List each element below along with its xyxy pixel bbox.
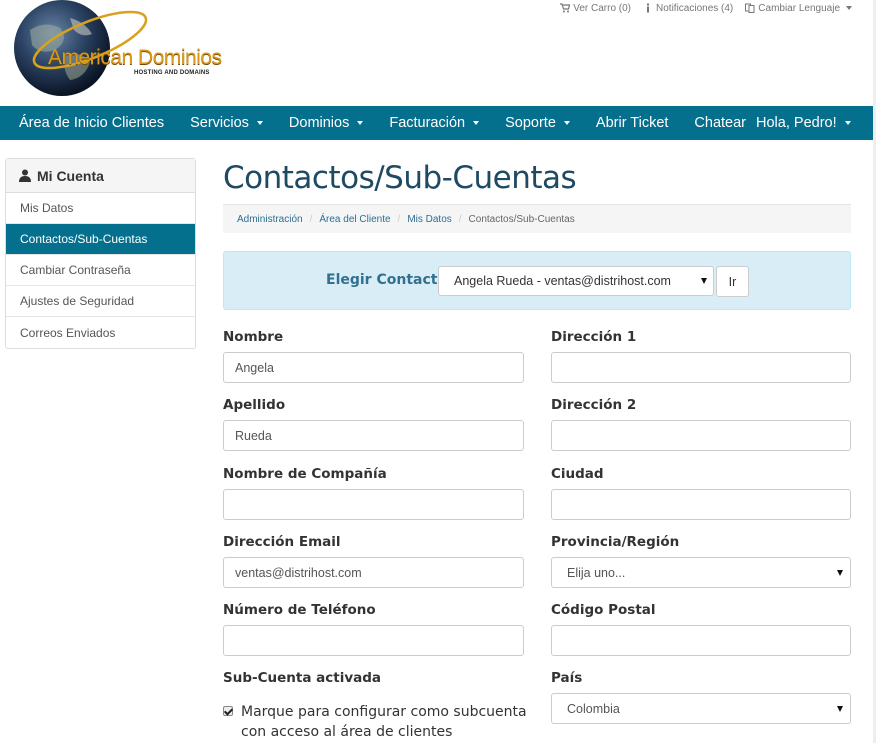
nav-services[interactable]: Servicios [190, 106, 263, 140]
nav-support[interactable]: Soporte [505, 106, 570, 140]
site-logo[interactable]: American Dominios HOSTING AND DOMAINS [10, 0, 222, 100]
direccion2-label: Dirección 2 [551, 397, 637, 413]
sidebar-item-cambiar-contrasena[interactable]: Cambiar Contraseña [6, 255, 195, 286]
chevron-down-icon [844, 121, 851, 125]
codigo-postal-field[interactable] [551, 625, 851, 656]
chevron-down-icon [563, 121, 570, 125]
telefono-label: Número de Teléfono [223, 602, 376, 618]
logo-subtitle: HOSTING AND DOMAINS [134, 70, 210, 76]
cart-label: Ver Carro (0) [573, 2, 632, 14]
choose-contact-label: Elegir Contacto [326, 272, 448, 288]
notifications-link[interactable]: Notificaciones (4) [643, 0, 733, 16]
sidebar-header: Mi Cuenta [6, 159, 195, 193]
ciudad-label: Ciudad [551, 466, 604, 482]
breadcrumb-current: Contactos/Sub-Cuentas [468, 213, 575, 225]
nav-domains[interactable]: Dominios [288, 106, 364, 140]
nav-open-ticket[interactable]: Abrir Ticket [596, 106, 669, 140]
nav-label: Área de Inicio Clientes [19, 115, 165, 131]
nav-label: Facturación [389, 115, 466, 131]
top-utility-bar: Ver Carro (0) Notificaciones (4) Cambiar… [560, 0, 852, 16]
subaccount-checkbox-label: Marque para configurar como subcuenta co… [241, 704, 527, 740]
email-value: ventas@distrihost.com [235, 565, 362, 580]
nav-label: Dominios [288, 115, 350, 131]
provincia-label: Provincia/Región [551, 534, 680, 550]
sidebar-item-correos[interactable]: Correos Enviados [6, 317, 195, 348]
apellido-value: Rueda [235, 428, 272, 443]
nav-label: Chatear [694, 115, 747, 131]
chevron-down-icon [846, 6, 852, 10]
direccion1-field[interactable] [551, 352, 851, 383]
logo-title: American Dominios [48, 46, 222, 69]
pais-value: Colombia [567, 701, 620, 716]
language-icon [745, 3, 755, 13]
pais-select[interactable]: Colombia [551, 693, 851, 724]
sidebar-item-label: Correos Enviados [20, 325, 116, 340]
user-greeting: Hola, Pedro! [756, 115, 837, 131]
go-button[interactable]: Ir [716, 266, 749, 297]
nav-label: Abrir Ticket [595, 115, 669, 131]
nombre-field[interactable]: Angela [223, 352, 524, 383]
subcuenta-label: Sub-Cuenta activada [223, 670, 382, 686]
contact-select-value: Angela Rueda - ventas@distrihost.com [454, 274, 671, 288]
sidebar-item-label: Mis Datos [20, 201, 74, 215]
sidebar-item-seguridad[interactable]: Ajustes de Seguridad [6, 286, 195, 317]
provincia-select[interactable]: Elija uno... [551, 557, 851, 588]
breadcrumb-separator: / [397, 213, 401, 225]
breadcrumb-admin[interactable]: Administración [237, 214, 303, 225]
dropdown-arrow-icon [837, 706, 843, 712]
account-sidebar: Mi Cuenta Mis Datos Contactos/Sub-Cuenta… [5, 158, 196, 349]
breadcrumb-client-area[interactable]: Área del Cliente [319, 214, 390, 225]
nav-label: Soporte [505, 115, 556, 131]
language-label: Cambiar Lenguaje [758, 2, 840, 14]
chevron-down-icon [473, 121, 480, 125]
user-icon [19, 169, 31, 182]
choose-contact-panel: Elegir Contacto Angela Rueda - ventas@di… [223, 251, 851, 310]
breadcrumb-mis-datos[interactable]: Mis Datos [407, 214, 451, 225]
notifications-label: Notificaciones (4) [656, 2, 734, 14]
codigo-postal-label: Código Postal [551, 602, 656, 618]
nombre-label: Nombre [223, 329, 284, 345]
dropdown-arrow-icon [701, 278, 707, 284]
telefono-field[interactable] [223, 625, 524, 656]
chevron-down-icon [256, 121, 263, 125]
direccion1-label: Dirección 1 [551, 329, 637, 345]
sidebar-item-label: Cambiar Contraseña [20, 263, 131, 277]
dropdown-arrow-icon [837, 570, 843, 576]
compania-label: Nombre de Compañía [223, 466, 387, 482]
sidebar-item-label: Contactos/Sub-Cuentas [20, 232, 148, 246]
sidebar-item-contactos[interactable]: Contactos/Sub-Cuentas [6, 224, 195, 255]
nav-client-area[interactable]: Área de Inicio Clientes [19, 106, 164, 140]
apellido-field[interactable]: Rueda [223, 420, 524, 451]
compania-field[interactable] [223, 489, 524, 520]
breadcrumb-separator: / [309, 213, 313, 225]
chevron-down-icon [357, 121, 364, 125]
main-navbar: Área de Inicio Clientes Servicios Domini… [0, 106, 876, 140]
nav-user-menu[interactable]: Hola, Pedro! [756, 106, 851, 140]
cart-link[interactable]: Ver Carro (0) [560, 0, 631, 16]
breadcrumb-separator: / [458, 213, 462, 225]
sidebar-item-label: Ajustes de Seguridad [20, 294, 135, 308]
ciudad-field[interactable] [551, 489, 851, 520]
language-link[interactable]: Cambiar Lenguaje [745, 0, 852, 16]
cart-icon [560, 3, 571, 13]
provincia-value: Elija uno... [567, 565, 626, 580]
sidebar-item-mis-datos[interactable]: Mis Datos [6, 193, 195, 224]
subaccount-checkbox[interactable] [223, 706, 233, 716]
pais-label: País [551, 670, 583, 686]
page-title: Contactos/Sub-Cuentas [223, 160, 577, 196]
info-icon [647, 3, 650, 13]
nav-label: Servicios [190, 115, 249, 131]
email-label: Dirección Email [223, 534, 341, 550]
contact-select[interactable]: Angela Rueda - ventas@distrihost.com [438, 266, 714, 296]
apellido-label: Apellido [223, 397, 286, 413]
email-field[interactable]: ventas@distrihost.com [223, 557, 524, 588]
nombre-value: Angela [235, 360, 274, 375]
sidebar-title: Mi Cuenta [37, 167, 104, 184]
breadcrumb: Administración / Área del Cliente / Mis … [223, 204, 851, 233]
nav-billing[interactable]: Facturación [389, 106, 480, 140]
nav-chat[interactable]: Chatear [694, 106, 746, 140]
direccion2-field[interactable] [551, 420, 851, 451]
